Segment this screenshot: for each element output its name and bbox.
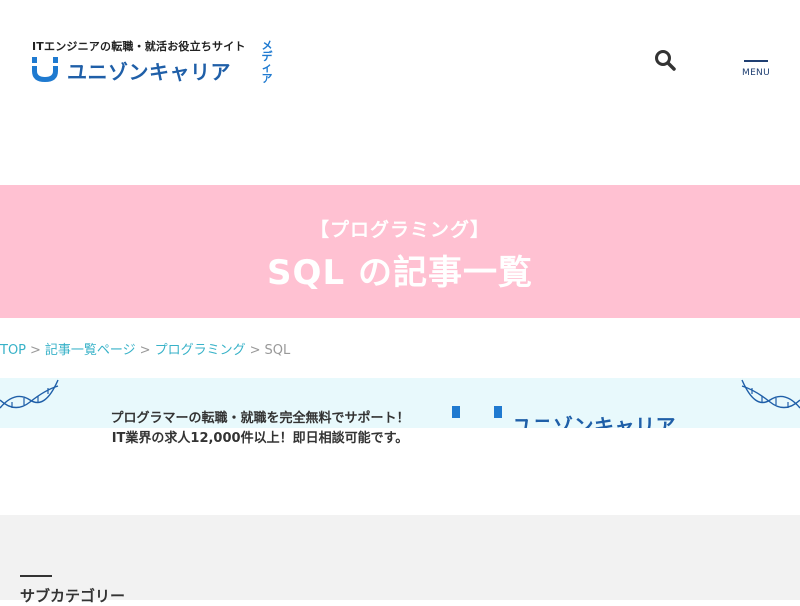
breadcrumb-separator: > — [249, 343, 261, 358]
dna-decoration-icon — [0, 379, 59, 409]
banner-logo-icon — [452, 406, 502, 418]
breadcrumb-separator: > — [30, 343, 41, 358]
subcategory-heading: サブカテゴリー — [20, 587, 126, 605]
breadcrumb-current: SQL — [264, 343, 291, 358]
menu-button[interactable]: MENU — [740, 56, 772, 82]
subcategory-section: サブカテゴリー — [0, 515, 800, 605]
breadcrumb-separator: > — [139, 343, 151, 358]
breadcrumb: TOP > 記事一覧ページ > プログラミング > SQL — [0, 339, 800, 359]
breadcrumb-top[interactable]: TOP — [0, 343, 26, 358]
banner-line1: プログラマーの転職・就職を完全無料でサポート！ — [110, 411, 410, 426]
logo-u-icon — [32, 57, 58, 82]
heading-divider — [20, 575, 52, 577]
breadcrumb-articles[interactable]: 記事一覧ページ — [45, 343, 136, 358]
banner-logo-name: ユニゾンキャリア — [512, 414, 676, 428]
breadcrumb-programming[interactable]: プログラミング — [155, 343, 246, 358]
logo-tagline: ITエンジニアの転職・就活お役立ちサイト — [32, 40, 246, 53]
promo-banner[interactable]: プログラマーの転職・就職を完全無料でサポート！ ユニゾンキャリア — [0, 378, 800, 428]
category-hero: 【プログラミング】 SQL の記事一覧 — [0, 185, 800, 318]
page-title: SQL の記事一覧 — [267, 253, 533, 293]
logo-media: メディア — [261, 39, 273, 85]
search-icon — [655, 50, 676, 71]
site-logo[interactable]: ITエンジニアの転職・就活お役立ちサイト ユニゾンキャリア メディア — [30, 38, 280, 88]
banner-line2: IT業界の求人12,000件以上！即日相談可能です。 — [111, 431, 409, 446]
dna-decoration-icon — [741, 379, 800, 409]
search-button[interactable] — [653, 48, 679, 74]
site-header: ITエンジニアの転職・就活お役立ちサイト ユニゾンキャリア メディア MENU — [0, 0, 800, 110]
menu-icon — [744, 60, 768, 62]
menu-label: MENU — [742, 68, 770, 78]
logo-name: ユニゾンキャリア — [67, 60, 231, 84]
hero-category: 【プログラミング】 — [309, 219, 490, 241]
